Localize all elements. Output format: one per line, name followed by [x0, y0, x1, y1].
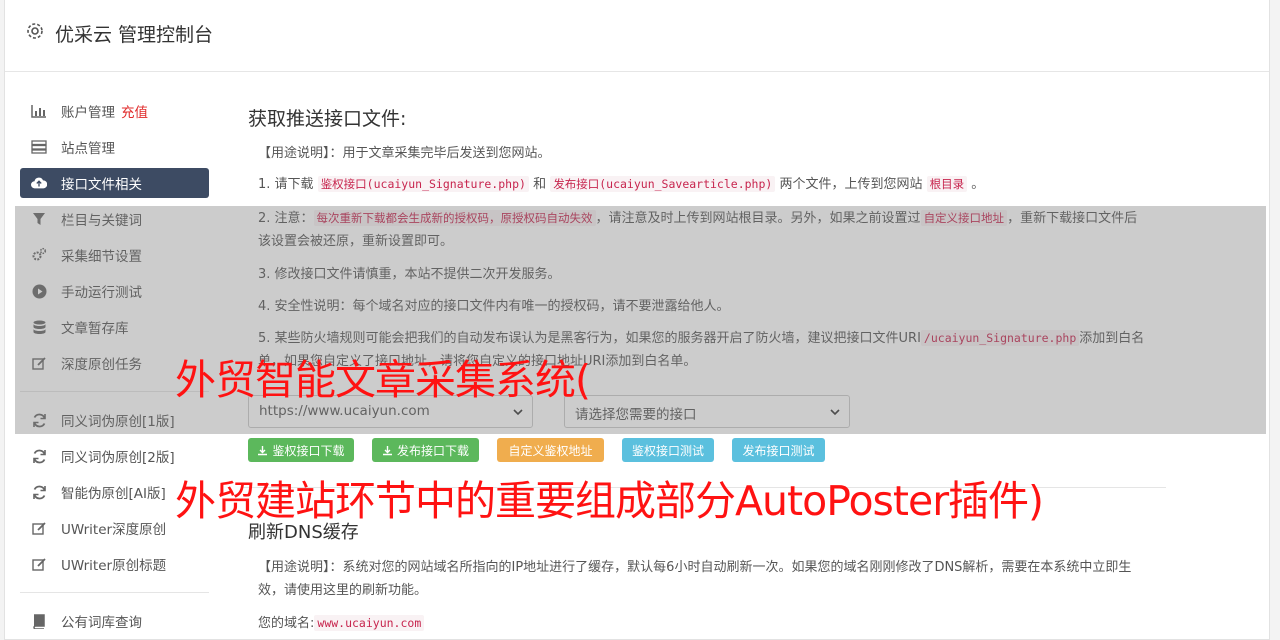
refresh-icon [31, 448, 47, 464]
gear-icon [27, 23, 43, 39]
bar-chart-icon [31, 103, 47, 119]
download-auth-button[interactable]: 鉴权接口下载 [248, 438, 354, 462]
step-1: 1. 请下载 鉴权接口(ucaiyun_Signature.php) 和 发布接… [258, 176, 985, 192]
sidebar-item-label: UWriter原创标题 [61, 558, 167, 574]
sidebar-divider [20, 592, 209, 593]
sidebar-item-interface-files[interactable]: 接口文件相关 [20, 168, 209, 198]
sidebar-item-uwriter-title[interactable]: UWriter原创标题 [20, 549, 209, 579]
dns-usage-text: 【用途说明】：系统对您的网站域名所指向的IP地址进行了缓存，默认每6小时自动刷新… [258, 560, 1132, 598]
section-title-interface: 获取推送接口文件: [248, 108, 407, 130]
sidebar-item-label: 站点管理 [61, 141, 115, 157]
sidebar-item-label: 同义词伪原创[2版] [61, 450, 175, 466]
sidebar-item-account[interactable]: 账户管理 充值 [20, 96, 209, 126]
usage-text: 【用途说明】：用于文章采集完毕后发送到您网站。 [258, 146, 551, 161]
app-title: 优采云 管理控制台 [55, 24, 214, 46]
refresh-icon [31, 484, 47, 500]
publish-interface-code: 发布接口(ucaiyun_Savearticle.php) [550, 176, 776, 192]
overlay-title-line1: 外贸智能文章采集系统( [175, 356, 591, 404]
test-auth-button[interactable]: 鉴权接口测试 [622, 438, 714, 462]
sidebar-item-label: UWriter深度原创 [61, 522, 167, 538]
custom-auth-url-button[interactable]: 自定义鉴权地址 [497, 438, 604, 462]
domain-code: www.ucaiyun.com [314, 615, 425, 631]
sidebar-item-label: 接口文件相关 [61, 177, 142, 193]
edit-icon [31, 556, 47, 572]
root-dir-code: 根目录 [926, 176, 968, 192]
auth-interface-code: 鉴权接口(ucaiyun_Signature.php) [317, 176, 529, 192]
sidebar-item-sites[interactable]: 站点管理 [20, 132, 209, 162]
sidebar-item-label: 智能伪原创[AI版] [61, 486, 166, 502]
download-publish-button[interactable]: 发布接口下载 [372, 438, 479, 462]
overlay-title-line2: 外贸建站环节中的重要组成部分AutoPoster插件) [175, 477, 1044, 525]
sidebar-item-label: 账户管理 [61, 105, 115, 121]
book-icon [31, 613, 47, 629]
sidebar-item-public-lexicon[interactable]: 公有词库查询 [20, 606, 209, 636]
server-icon [31, 139, 47, 155]
domain-line: 您的域名: www.ucaiyun.com [258, 612, 1148, 635]
edit-icon [31, 520, 47, 536]
recharge-link[interactable]: 充值 [121, 101, 148, 121]
download-icon [258, 445, 268, 455]
sidebar-item-label: 公有词库查询 [61, 615, 142, 631]
download-icon [382, 445, 392, 455]
cloud-upload-icon [31, 175, 47, 191]
test-publish-button[interactable]: 发布接口测试 [732, 438, 825, 462]
header: 优采云 管理控制台 [5, 0, 1269, 72]
